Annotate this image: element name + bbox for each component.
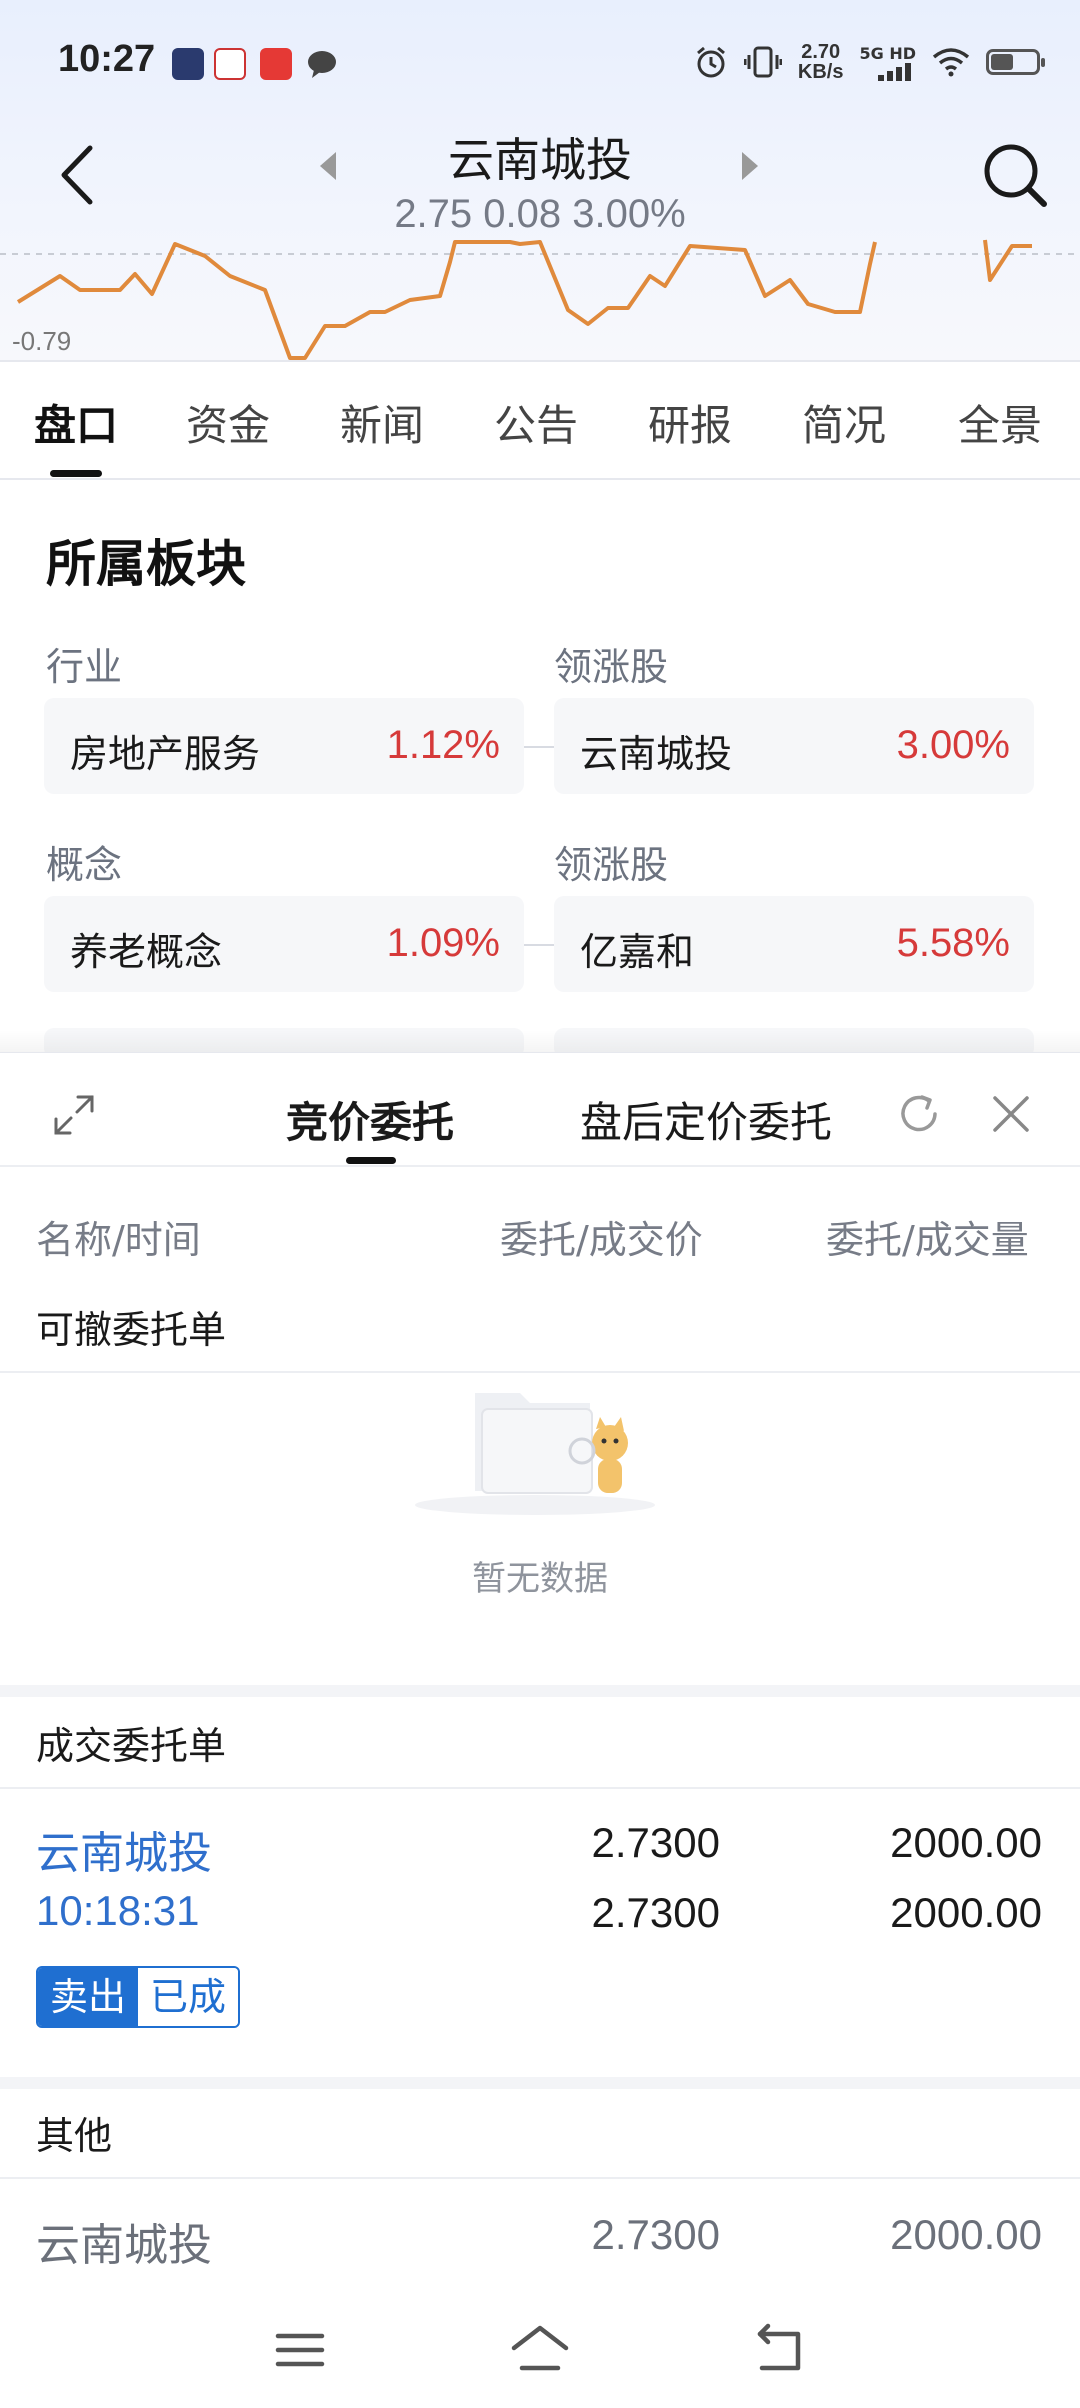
leading-stock-card[interactable]: 亿嘉和 5.58% bbox=[554, 896, 1034, 992]
order-price: 2.7300 bbox=[591, 1819, 720, 1866]
signal-icon: 5G HD bbox=[859, 44, 916, 81]
expand-icon[interactable] bbox=[52, 1093, 96, 1137]
intraday-mini-chart[interactable] bbox=[0, 232, 1080, 360]
filled-orders-title: 成交委托单 bbox=[36, 1724, 227, 1768]
industry-label: 行业 bbox=[46, 645, 123, 689]
order-time: 10:18:31 bbox=[36, 1887, 200, 1934]
next-stock-icon[interactable] bbox=[742, 152, 758, 180]
tab-pankou[interactable]: 盘口 bbox=[34, 392, 118, 453]
system-nav-bar bbox=[0, 2290, 1080, 2408]
stock-price-line: 2.75 0.08 3.00% bbox=[394, 192, 686, 236]
close-icon[interactable] bbox=[990, 1093, 1032, 1135]
column-name-time: 名称/时间 bbox=[36, 1218, 201, 1262]
tab-overview[interactable]: 全景 bbox=[958, 392, 1042, 453]
status-bar: 10:27 2.70 KB/s 5G HD bbox=[0, 0, 1080, 128]
other-order-quantity: 2000.00 bbox=[890, 2211, 1042, 2258]
divider bbox=[0, 1787, 1080, 1789]
order-quantity: 2000.00 bbox=[890, 1819, 1042, 1866]
home-icon[interactable] bbox=[510, 2320, 570, 2380]
tab-after-hours-orders[interactable]: 盘后定价委托 bbox=[580, 1089, 832, 1150]
menu-icon[interactable] bbox=[270, 2320, 330, 2380]
stock-name: 云南城投 bbox=[448, 133, 632, 187]
leading-stock-change: 3.00% bbox=[896, 723, 1010, 767]
card-connector bbox=[524, 944, 554, 946]
app-icon-2 bbox=[214, 48, 246, 80]
back-nav-icon[interactable] bbox=[750, 2320, 810, 2380]
sheet-tab-indicator bbox=[346, 1157, 396, 1164]
alarm-icon bbox=[696, 46, 725, 78]
concept-label: 概念 bbox=[46, 843, 123, 887]
section-separator bbox=[0, 2077, 1080, 2089]
industry-card[interactable]: 房地产服务 1.12% bbox=[44, 698, 524, 794]
tab-announcements[interactable]: 公告 bbox=[494, 392, 578, 453]
leading-stock-change: 5.58% bbox=[896, 921, 1010, 965]
leading-stock-label: 领涨股 bbox=[554, 645, 669, 689]
divider bbox=[0, 2177, 1080, 2179]
refresh-icon[interactable] bbox=[896, 1091, 942, 1137]
concept-change: 1.09% bbox=[386, 921, 500, 965]
card-connector bbox=[524, 746, 554, 748]
cancelable-orders-title: 可撤委托单 bbox=[36, 1308, 227, 1352]
message-icon bbox=[308, 51, 336, 78]
section-separator bbox=[0, 1685, 1080, 1697]
battery-icon bbox=[986, 49, 1045, 75]
empty-state-illustration bbox=[415, 1393, 655, 1515]
status-time: 10:27 bbox=[58, 38, 156, 80]
leading-stock-label: 领涨股 bbox=[554, 843, 669, 887]
tab-research[interactable]: 研报 bbox=[648, 392, 732, 453]
tab-bar: 盘口 资金 新闻 公告 研报 简况 全景 bbox=[0, 360, 1080, 480]
other-order-stock-name[interactable]: 云南城投 bbox=[36, 2209, 212, 2273]
tab-active-indicator bbox=[50, 470, 102, 477]
back-icon[interactable] bbox=[54, 140, 104, 210]
orders-sheet: 竞价委托 盘后定价委托 名称/时间 委托/成交价 委托/成交量 可撤委托单 暂无… bbox=[0, 1052, 1080, 2408]
leading-stock-name: 云南城投 bbox=[580, 732, 733, 776]
vibrate-icon bbox=[743, 46, 782, 78]
other-order-price: 2.7300 bbox=[591, 2211, 720, 2258]
tab-funds[interactable]: 资金 bbox=[186, 392, 270, 453]
tab-profile[interactable]: 简况 bbox=[802, 392, 886, 453]
stock-header: 云南城投 2.75 0.08 3.00% bbox=[300, 124, 780, 237]
wifi-icon bbox=[932, 48, 970, 77]
order-stock-name[interactable]: 云南城投 bbox=[36, 1817, 212, 1881]
column-price: 委托/成交价 bbox=[500, 1218, 703, 1262]
deal-price: 2.7300 bbox=[591, 1889, 720, 1936]
column-volume: 委托/成交量 bbox=[826, 1218, 1029, 1262]
net-speed: 2.70 KB/s bbox=[797, 41, 844, 83]
industry-change: 1.12% bbox=[386, 723, 500, 767]
deal-quantity: 2000.00 bbox=[890, 1889, 1042, 1936]
sector-title: 所属板块 bbox=[46, 535, 246, 593]
status-tag: 已成 bbox=[138, 1968, 239, 2026]
app-icon-1 bbox=[172, 48, 204, 80]
empty-state-text: 暂无数据 bbox=[472, 1559, 608, 1599]
concept-card[interactable]: 养老概念 1.09% bbox=[44, 896, 524, 992]
leading-stock-name: 亿嘉和 bbox=[580, 930, 695, 974]
tab-auction-orders[interactable]: 竞价委托 bbox=[286, 1089, 454, 1150]
direction-tag: 卖出 bbox=[38, 1968, 139, 2026]
other-orders-title: 其他 bbox=[36, 2114, 113, 2158]
app-icon-3 bbox=[260, 48, 292, 80]
concept-name: 养老概念 bbox=[70, 930, 223, 974]
tab-news[interactable]: 新闻 bbox=[340, 392, 424, 453]
industry-name: 房地产服务 bbox=[70, 732, 261, 776]
order-status-tag: 卖出 已成 bbox=[36, 1966, 241, 2028]
search-icon[interactable] bbox=[980, 140, 1050, 210]
sheet-header: 竞价委托 盘后定价委托 bbox=[0, 1053, 1080, 1167]
chart-low-label: -0.79 bbox=[12, 326, 72, 356]
leading-stock-card[interactable]: 云南城投 3.00% bbox=[554, 698, 1034, 794]
